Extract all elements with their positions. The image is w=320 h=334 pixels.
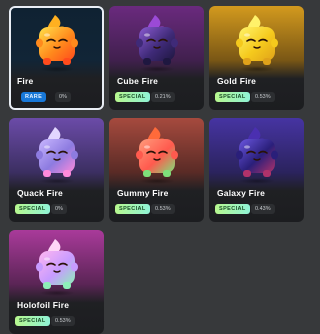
chance-value: 0.53%	[51, 316, 75, 326]
chance-value: 0.53%	[251, 92, 275, 102]
pet-name: Gummy Fire	[117, 188, 169, 198]
chance-value: 0%	[51, 204, 67, 214]
gold-fire-pet-image	[229, 11, 285, 73]
pet-card-holofoil-fire[interactable]: Holofoil Fire SPECIAL 0.53%	[9, 230, 104, 334]
chance-value: 0.21%	[151, 92, 175, 102]
rarity-badge: SPECIAL	[115, 204, 150, 214]
pet-card-galaxy-fire[interactable]: Galaxy Fire SPECIAL 0.43%	[209, 118, 304, 222]
pet-card-quack-fire[interactable]: Quack Fire SPECIAL 0%	[9, 118, 104, 222]
pet-name: Quack Fire	[17, 188, 63, 198]
cube-fire-pet-image	[129, 11, 185, 73]
rarity-badge: SPECIAL	[15, 316, 50, 326]
gummy-fire-pet-image	[129, 123, 185, 185]
pet-name: Cube Fire	[117, 76, 159, 86]
chance-value: 0%	[55, 92, 71, 102]
pet-name: Holofoil Fire	[17, 300, 70, 310]
rarity-badge: SPECIAL	[115, 92, 150, 102]
holofoil-fire-pet-image	[29, 235, 85, 297]
pet-card-fire[interactable]: Fire RARE 0%	[9, 6, 104, 110]
rarity-badge: SPECIAL	[15, 204, 50, 214]
rarity-badge: SPECIAL	[215, 204, 250, 214]
chance-value: 0.53%	[151, 204, 175, 214]
chance-value: 0.43%	[251, 204, 275, 214]
pet-name: Fire	[17, 76, 34, 86]
pet-card-cube-fire[interactable]: Cube Fire SPECIAL 0.21%	[109, 6, 204, 110]
pet-card-gummy-fire[interactable]: Gummy Fire SPECIAL 0.53%	[109, 118, 204, 222]
pet-card-gold-fire[interactable]: Gold Fire SPECIAL 0.53%	[209, 6, 304, 110]
fire-pet-image	[29, 11, 85, 73]
rarity-badge: SPECIAL	[215, 92, 250, 102]
pet-grid: Fire RARE 0% Cube Fire SPECIAL 0.21% Gol…	[9, 6, 304, 334]
pet-name: Galaxy Fire	[217, 188, 266, 198]
pet-name: Gold Fire	[217, 76, 257, 86]
quack-fire-pet-image	[29, 123, 85, 185]
galaxy-fire-pet-image	[229, 123, 285, 185]
rarity-badge: RARE	[21, 92, 47, 102]
